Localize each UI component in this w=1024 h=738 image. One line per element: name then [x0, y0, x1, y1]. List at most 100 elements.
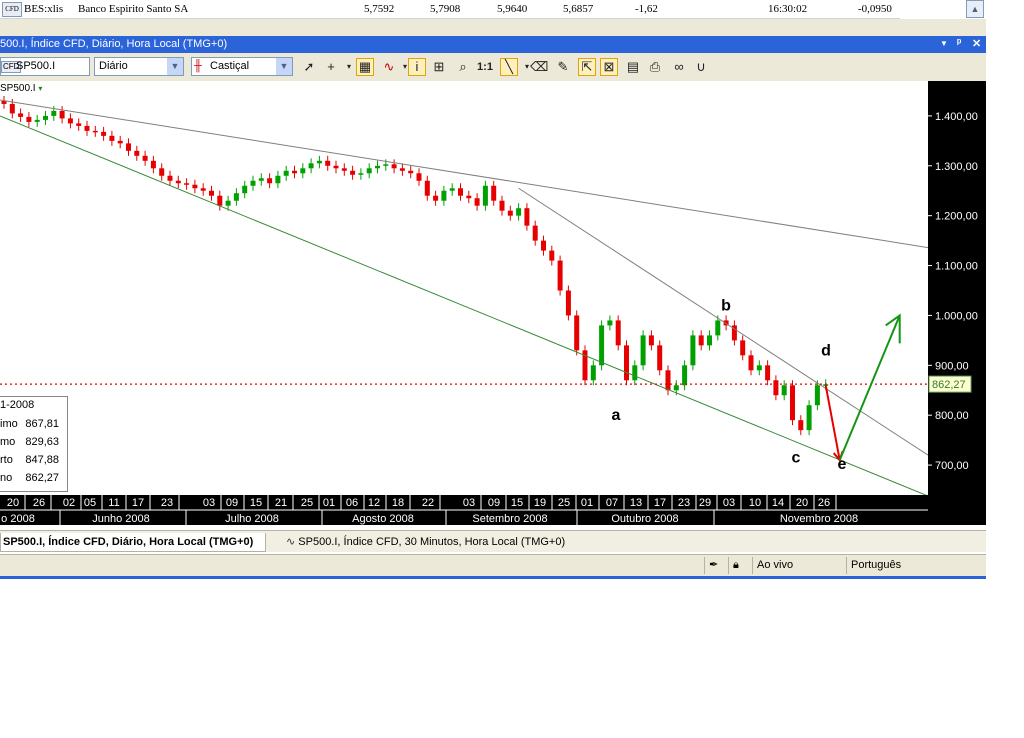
candle-body	[524, 208, 530, 226]
candle-body	[134, 150, 140, 156]
candle-body	[267, 178, 273, 184]
info-icon[interactable]: i	[408, 58, 426, 76]
candle-body	[798, 420, 804, 431]
candle-body	[184, 183, 190, 185]
connection-icon[interactable]: ✒	[704, 557, 729, 574]
candle-body	[441, 190, 447, 201]
price-axis[interactable]: 1.400,00 1.300,00 1.200,00 1.100,00 1.000,00…	[928, 81, 986, 495]
candle-body	[599, 325, 605, 366]
wedge-trendline	[518, 187, 928, 456]
day-tick-label: 01	[581, 497, 593, 509]
data-window-icon[interactable]: ⊞	[430, 58, 448, 76]
candle-body	[707, 335, 712, 346]
wave-label: b	[721, 297, 731, 314]
candle-body	[565, 290, 571, 316]
chart-type-combobox[interactable]: ╫ Castiçal ▼	[191, 57, 293, 76]
chevron-down-icon[interactable]: ▼	[276, 58, 292, 75]
candle-body	[648, 335, 654, 346]
window-menu-icon[interactable]: ▼	[940, 39, 948, 48]
ratio-button[interactable]: 1:1	[474, 58, 496, 76]
ohlc-value: 862,27	[25, 472, 59, 484]
chart-canvas[interactable]: a b c d e	[0, 81, 928, 495]
day-tick-label: 13	[630, 497, 642, 509]
candle-body	[391, 164, 397, 169]
auto-scroll-icon[interactable]: ⇱	[578, 58, 596, 76]
current-price-label: 862,27	[932, 379, 966, 391]
candle-body	[92, 130, 98, 133]
candle-body	[9, 103, 15, 114]
lock-icon[interactable]: 🔒︎	[728, 557, 753, 574]
date-axis[interactable]: 20 26 02 05 11 17 23 03 09 15 21 25 01 06 12 18 22 03 09 15…	[0, 495, 928, 525]
chevron-down-icon[interactable]: ▾	[38, 84, 42, 93]
candle-body	[814, 385, 820, 406]
candle-body	[458, 188, 463, 196]
candle-body	[433, 195, 439, 201]
day-tick-label: 26	[818, 497, 830, 509]
day-tick-label: 11	[108, 497, 119, 509]
price-tick-label: 800,00	[935, 410, 969, 422]
candlestick-icon: ╫	[194, 60, 202, 72]
candle-body	[715, 320, 721, 336]
grid-toggle-icon[interactable]: ▦	[356, 58, 374, 76]
candle-body	[474, 198, 480, 206]
chart-window-title-bar[interactable]: 500.I, Índice CFD, Diário, Hora Local (T…	[0, 36, 986, 53]
month-label: o 2008	[1, 513, 35, 525]
quote-row[interactable]: CFD BES:xlis Banco Espirito Santo SA 5,7…	[0, 0, 900, 19]
quote-value: 5,7908	[430, 3, 461, 15]
zoom-icon[interactable]: ⌕	[454, 58, 472, 76]
candle-body	[366, 168, 372, 174]
crosshair-icon[interactable]: +	[322, 58, 340, 76]
candle-body	[101, 131, 107, 136]
price-chart[interactable]: a b c d e SP500.I ▾	[0, 81, 986, 495]
quote-value: 5,6857	[563, 3, 594, 15]
interval-combobox[interactable]: Diário ▼	[94, 57, 184, 76]
magnet-grid-icon[interactable]: ⊠	[600, 58, 618, 76]
day-tick-label: 26	[33, 497, 45, 509]
candle-body	[250, 180, 256, 186]
candle-body	[557, 260, 563, 291]
paint-icon[interactable]: ✎	[554, 58, 572, 76]
cursor-icon[interactable]: ➚	[300, 58, 318, 76]
ohlc-value: 847,88	[25, 454, 59, 466]
month-label: Novembro 2008	[780, 513, 858, 525]
candle-body	[516, 208, 522, 216]
templates-icon[interactable]: ▤	[624, 58, 642, 76]
price-tick-label: 1.400,00	[935, 111, 978, 123]
tab-30min-chart[interactable]: ∿ SP500.I, Índice CFD, 30 Minutos, Hora …	[286, 533, 565, 551]
pin-icon[interactable]: ᵖ	[957, 37, 961, 49]
candle-body	[590, 365, 596, 381]
close-icon[interactable]: ✕	[972, 37, 981, 50]
link-icon[interactable]: ∞	[670, 58, 688, 76]
candle-body	[43, 115, 48, 120]
chevron-down-icon[interactable]: ▼	[167, 58, 183, 75]
candle-body	[192, 184, 198, 189]
scrollbar-up-button[interactable]: ▲	[966, 0, 984, 18]
day-tick-label: 15	[250, 497, 262, 509]
ohlc-label: imo	[0, 418, 18, 430]
symbol-combobox[interactable]: CFD SP500.I	[0, 57, 90, 76]
candle-body	[126, 143, 131, 151]
candle-body	[316, 160, 322, 164]
forecast-up-arrow	[838, 315, 901, 461]
instrument-label-row[interactable]: SP500.I ▾	[0, 83, 42, 94]
eraser-icon[interactable]: ⌫	[530, 58, 548, 76]
magnet-icon[interactable]: ∪	[692, 58, 710, 76]
candle-body	[76, 123, 82, 126]
tab-daily-chart[interactable]: SP500.I, Índice CFD, Diário, Hora Local …	[0, 533, 266, 552]
month-label: Outubro 2008	[611, 513, 678, 525]
candle-body	[541, 240, 546, 251]
print-icon[interactable]: ⎙	[646, 58, 664, 76]
status-bar: ✒ 🔒︎ Ao vivo Português	[0, 554, 986, 579]
candle-body	[200, 188, 206, 191]
candle-body	[341, 168, 347, 171]
quote-value: -1,62	[635, 3, 658, 15]
price-tick-label: 900,00	[935, 360, 969, 372]
candle-body	[150, 160, 156, 169]
candle-body	[740, 340, 746, 356]
language-status[interactable]: Português	[846, 557, 983, 574]
wave-label: a	[612, 407, 621, 424]
ohlc-panel: 1-2008 imo 867,81 mo 829,63 rto 847,88 n…	[0, 396, 68, 492]
quote-name: Banco Espirito Santo SA	[78, 3, 189, 15]
day-tick-label: 25	[301, 497, 313, 509]
trendline-icon[interactable]: ╲	[500, 58, 518, 76]
